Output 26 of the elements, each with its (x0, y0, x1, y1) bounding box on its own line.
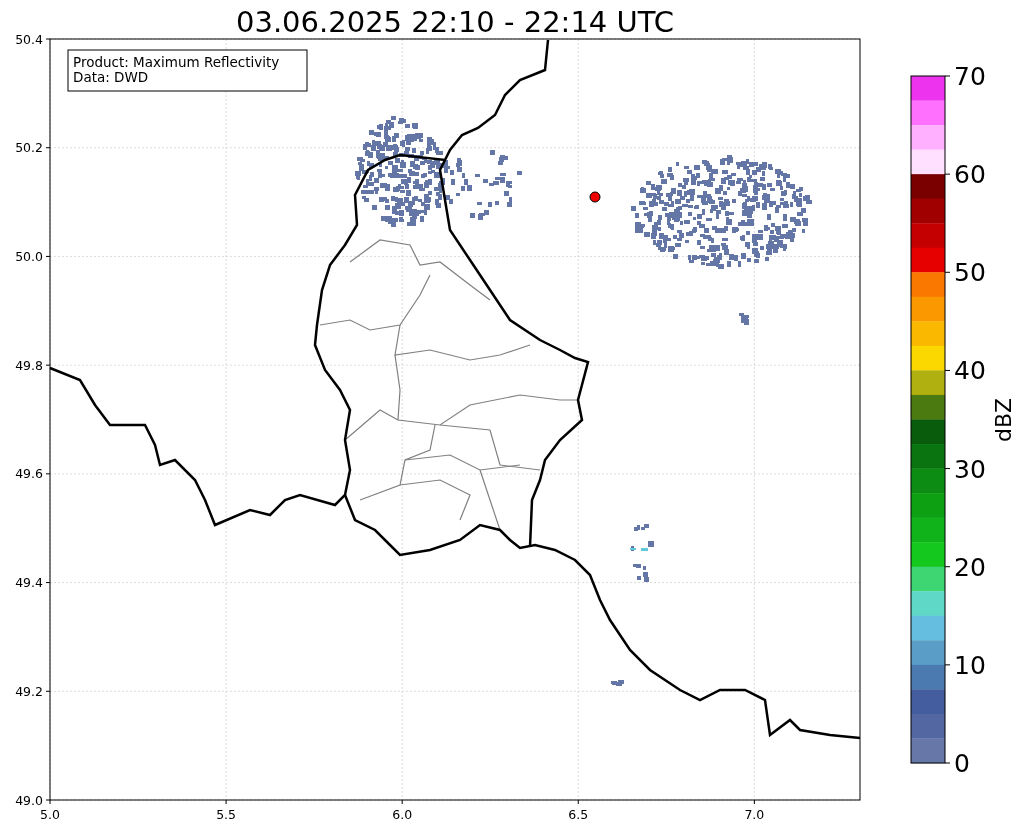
y-tick-label: 49.4 (15, 575, 43, 591)
colorbar-tick-label: 0 (954, 749, 970, 778)
colorbar-tick-label: 30 (954, 454, 986, 484)
colorbar-tick-label: 40 (954, 356, 986, 386)
y-tick-label: 50.4 (15, 31, 43, 47)
colorbar-tick-label: 60 (954, 160, 986, 190)
colorbar-tick-label: 10 (954, 650, 986, 680)
y-tick-label: 49.2 (15, 683, 43, 699)
x-tick-label: 6.0 (392, 807, 413, 822)
y-tick-label: 49.6 (15, 466, 43, 482)
x-tick-label: 5.0 (40, 807, 60, 822)
colorbar-tick-label: 70 (954, 62, 986, 91)
y-tick-label: 50.0 (15, 248, 43, 264)
legend-text: Product: Maximum Reflectivity (73, 54, 280, 70)
colorbar-label: dBZ (991, 397, 1016, 443)
y-tick-label: 50.2 (15, 140, 43, 156)
y-tick-label: 49.8 (15, 357, 43, 373)
location-marker (589, 191, 601, 203)
x-tick-label: 5.5 (216, 807, 237, 822)
colorbar-tick-label: 20 (954, 552, 986, 582)
chart-title: 03.06.2025 22:10 - 22:14 UTC (236, 5, 674, 39)
y-tick-label: 49.0 (15, 792, 43, 808)
legend-text: Data: DWD (73, 69, 149, 85)
x-tick-label: 7.0 (744, 807, 765, 822)
x-tick-label: 6.5 (568, 807, 589, 822)
colorbar-tick-label: 50 (954, 258, 986, 288)
